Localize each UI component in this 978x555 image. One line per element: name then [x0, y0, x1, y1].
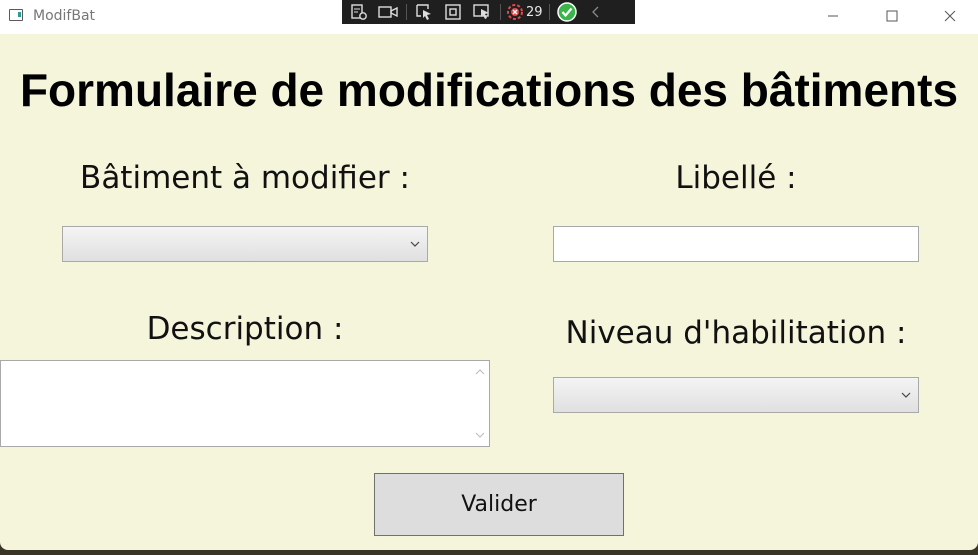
- collapse-chevron-icon[interactable]: [584, 1, 608, 23]
- description-label: Description :: [146, 311, 344, 347]
- minimize-button[interactable]: [804, 0, 862, 32]
- batiment-select[interactable]: [62, 226, 428, 262]
- batiment-label: Bâtiment à modifier :: [80, 160, 410, 196]
- valider-button[interactable]: Valider: [374, 473, 624, 536]
- error-badge-icon[interactable]: [506, 1, 524, 23]
- libelle-input[interactable]: [553, 226, 919, 262]
- live-visual-tree-icon[interactable]: [347, 1, 371, 23]
- niveau-label: Niveau d'habilitation :: [565, 315, 907, 351]
- close-icon: [944, 10, 956, 22]
- maximize-icon: [886, 10, 898, 22]
- description-scrollbar[interactable]: [471, 361, 489, 446]
- app-window-icon: [9, 9, 23, 21]
- scroll-down-icon[interactable]: [475, 432, 485, 439]
- scroll-up-icon[interactable]: [475, 368, 485, 375]
- track-focus-icon[interactable]: [470, 1, 494, 23]
- chevron-down-icon: [901, 392, 911, 398]
- display-layout-adorners-icon[interactable]: [441, 1, 465, 23]
- error-count: 29: [526, 4, 543, 20]
- select-element-icon[interactable]: [412, 1, 436, 23]
- close-button[interactable]: [921, 0, 978, 32]
- toolbar-separator: [406, 4, 407, 20]
- toolbar-separator: [548, 4, 550, 20]
- window-title: ModifBat: [33, 8, 96, 24]
- title-bar[interactable]: ModifBat 29: [0, 0, 978, 34]
- xaml-debug-toolbar: 29: [342, 0, 635, 24]
- page-title: Formulaire de modifications des bâtiment…: [19, 64, 959, 116]
- minimize-icon: [828, 15, 838, 17]
- maximize-button[interactable]: [863, 0, 921, 32]
- app-window: ModifBat 29 Formulaire de modifications …: [0, 0, 978, 550]
- toolbar-separator: [500, 4, 501, 20]
- description-textarea[interactable]: [0, 360, 490, 447]
- niveau-select[interactable]: [553, 377, 919, 413]
- chevron-down-icon: [410, 241, 420, 247]
- record-icon[interactable]: [376, 1, 400, 23]
- hot-reload-ok-icon[interactable]: [555, 1, 579, 23]
- libelle-label: Libellé :: [675, 160, 797, 196]
